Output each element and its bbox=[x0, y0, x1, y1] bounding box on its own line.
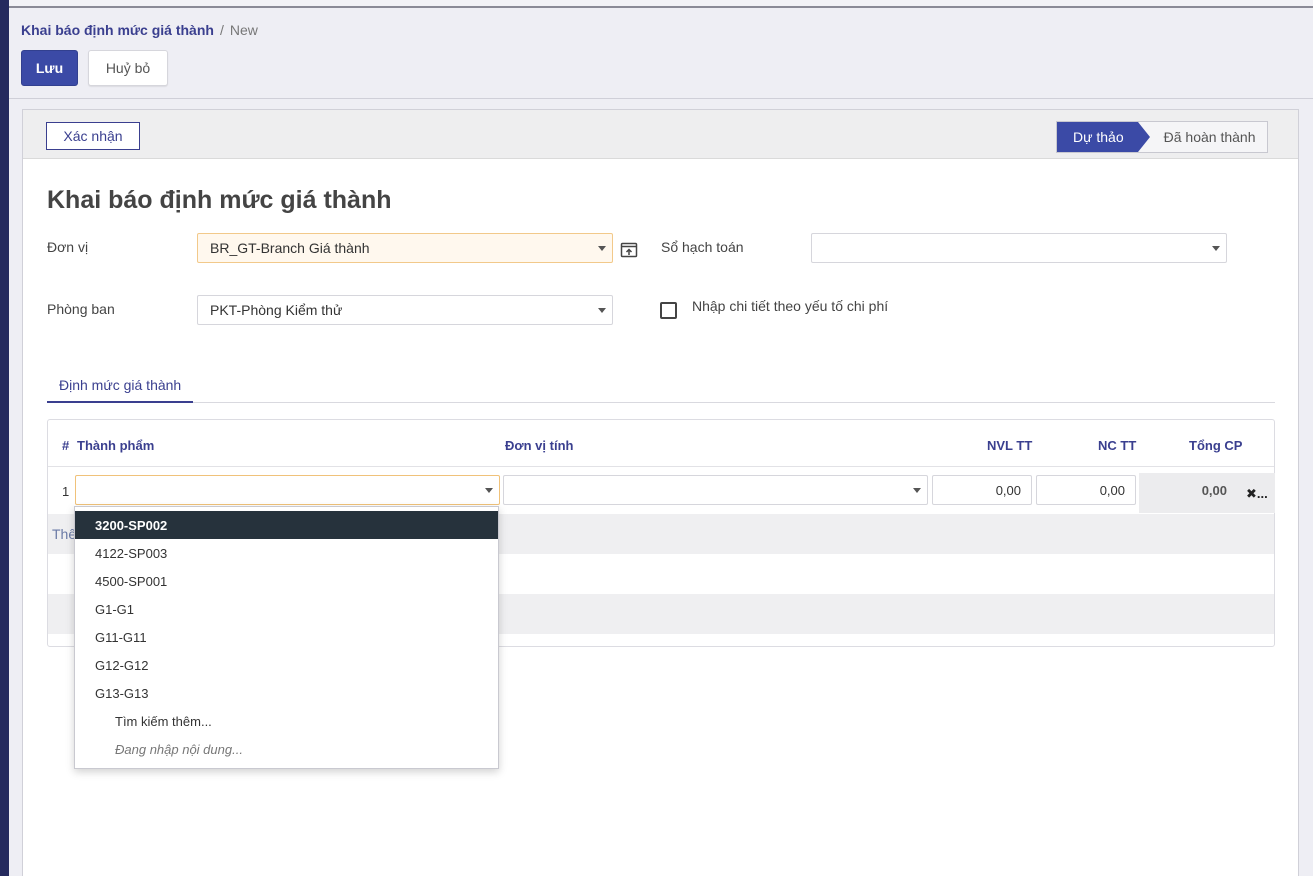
add-line-link[interactable]: Thê bbox=[52, 526, 76, 542]
chi-tiet-checkbox[interactable] bbox=[660, 302, 677, 319]
col-nvl-tt[interactable]: NVL TT bbox=[987, 438, 1032, 453]
discard-button[interactable]: Huỷ bỏ bbox=[88, 50, 168, 86]
nc-tt-input[interactable]: 0,00 bbox=[1036, 475, 1136, 505]
dropdown-option[interactable]: 4122-SP003 bbox=[75, 539, 498, 567]
external-link-icon[interactable] bbox=[620, 241, 638, 259]
caret-down-icon bbox=[1212, 246, 1220, 251]
status-bar: Xác nhận Dự thảo Đã hoàn thành bbox=[23, 110, 1298, 159]
phong-ban-label: Phòng ban bbox=[47, 301, 115, 317]
breadcrumb-parent-link[interactable]: Khai báo định mức giá thành bbox=[21, 22, 214, 38]
col-index: # bbox=[62, 438, 70, 453]
tab-dinh-muc-gia-thanh[interactable]: Định mức giá thành bbox=[47, 368, 194, 403]
search-more-option[interactable]: Tìm kiếm thêm... bbox=[75, 707, 498, 735]
tong-cp-value: 0,00 bbox=[1201, 483, 1227, 498]
row-index: 1 bbox=[62, 484, 70, 499]
thanh-pham-dropdown: 3200-SP002 4122-SP003 4500-SP001 G1-G1 G… bbox=[74, 506, 499, 769]
don-vi-select[interactable]: BR_GT-Branch Giá thành bbox=[197, 233, 613, 263]
breadcrumb: Khai báo định mức giá thành / New bbox=[21, 22, 258, 38]
col-don-vi-tinh[interactable]: Đơn vị tính bbox=[505, 438, 573, 453]
stage-draft[interactable]: Dự thảo bbox=[1057, 122, 1150, 152]
breadcrumb-current: New bbox=[229, 22, 258, 38]
col-thanh-pham[interactable]: Thành phẩm bbox=[77, 438, 154, 453]
stage-done[interactable]: Đã hoàn thành bbox=[1150, 122, 1268, 152]
delete-row-icon[interactable]: ✖... bbox=[1246, 486, 1268, 502]
loading-hint: Đang nhập nội dung... bbox=[115, 741, 243, 757]
top-bar bbox=[9, 0, 1313, 8]
caret-down-icon bbox=[485, 488, 493, 493]
dropdown-option[interactable]: G11-G11 bbox=[75, 623, 498, 651]
don-vi-tinh-input[interactable] bbox=[503, 475, 928, 505]
left-rail bbox=[0, 0, 9, 876]
notebook-tabs: Định mức giá thành bbox=[47, 368, 1275, 403]
dropdown-option[interactable]: 3200-SP002 bbox=[75, 511, 498, 539]
col-tong-cp[interactable]: Tổng CP bbox=[1189, 438, 1242, 453]
nvl-tt-input[interactable]: 0,00 bbox=[932, 475, 1032, 505]
don-vi-label: Đơn vị bbox=[47, 239, 89, 255]
so-hach-toan-label: Sổ hạch toán bbox=[661, 239, 744, 255]
confirm-button[interactable]: Xác nhận bbox=[46, 122, 140, 150]
chi-tiet-label: Nhập chi tiết theo yếu tố chi phí bbox=[692, 298, 889, 314]
table-header: # Thành phẩm Đơn vị tính NVL TT NC TT Tổ… bbox=[48, 420, 1274, 467]
thanh-pham-input[interactable] bbox=[75, 475, 500, 505]
save-button[interactable]: Lưu bbox=[21, 50, 78, 86]
phong-ban-value: PKT-Phòng Kiểm thử bbox=[210, 302, 343, 318]
caret-down-icon bbox=[913, 488, 921, 493]
col-nc-tt[interactable]: NC TT bbox=[1098, 438, 1136, 453]
caret-down-icon bbox=[598, 246, 606, 251]
dropdown-option[interactable]: G12-G12 bbox=[75, 651, 498, 679]
phong-ban-select[interactable]: PKT-Phòng Kiểm thử bbox=[197, 295, 613, 325]
control-panel: Khai báo định mức giá thành / New Lưu Huỷ … bbox=[9, 10, 1313, 99]
dropdown-option[interactable]: 4500-SP001 bbox=[75, 567, 498, 595]
dropdown-option[interactable]: G1-G1 bbox=[75, 595, 498, 623]
page-title: Khai báo định mức giá thành bbox=[47, 186, 392, 214]
dropdown-option[interactable]: G13-G13 bbox=[75, 679, 498, 707]
stage-selector: Dự thảo Đã hoàn thành bbox=[1056, 121, 1269, 153]
caret-down-icon bbox=[598, 308, 606, 313]
breadcrumb-separator: / bbox=[219, 22, 224, 38]
so-hach-toan-select[interactable] bbox=[811, 233, 1227, 263]
don-vi-value: BR_GT-Branch Giá thành bbox=[210, 240, 370, 256]
